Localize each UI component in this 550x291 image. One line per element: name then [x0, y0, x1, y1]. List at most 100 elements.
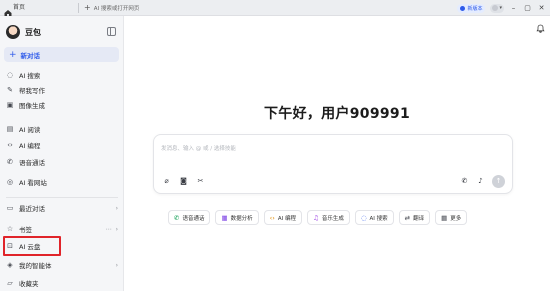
chip-label: 音乐生成 [321, 215, 344, 222]
app-name: 豆包 [25, 27, 41, 37]
version-dot-icon [460, 5, 466, 11]
sidebar-item-favorites[interactable]: ▱ 收藏夹 [6, 277, 118, 289]
globe-icon: ◎ [6, 178, 14, 186]
sidebar-item-label: 图像生成 [19, 102, 45, 110]
new-version-label: 新版本 [467, 5, 483, 12]
sidebar-item-label: 语音通话 [19, 159, 45, 167]
star-icon: ☆ [6, 225, 14, 233]
chat-input-box[interactable]: 发消息、输入 @ 或 / 选择技能 ⌀ ◙ ✂ ✆ ♪ ↑ [153, 134, 513, 194]
sidebar-item-label: AI 编程 [19, 142, 41, 150]
search-icon: ◌ [360, 213, 367, 222]
chip-label: AI 编程 [277, 215, 296, 222]
chip-label: 翻译 [413, 215, 425, 222]
chip-more[interactable]: ▦ 更多 [435, 210, 468, 225]
title-bar: 首页 + AI 搜索或打开网页 新版本 ▾ – ▢ ✕ [0, 0, 550, 17]
sidebar-item-label: 书签 [19, 226, 32, 234]
main-panel: 下午好，用户909991 发消息、输入 @ 或 / 选择技能 ⌀ ◙ ✂ ✆ ♪… [124, 16, 550, 291]
minimize-icon[interactable]: – [509, 3, 518, 13]
chat-input-placeholder[interactable]: 发消息、输入 @ 或 / 选择技能 [161, 144, 236, 152]
sidebar-header: 豆包 [6, 24, 118, 40]
new-chat-button[interactable]: + 新对话 [4, 47, 119, 62]
skill-chips: ✆ 语音通话 ▦ 数据分析 ‹› AI 编程 ♫ 音乐生成 ◌ AI 搜索 ⇄ … [168, 210, 468, 225]
highlight-box [3, 236, 61, 256]
attachment-icon[interactable]: ⌀ [162, 177, 171, 186]
ai-search-icon: ◌ [6, 71, 14, 79]
chip-voice-call[interactable]: ✆ 语音通话 [168, 210, 211, 225]
chevron-right-icon: › [115, 204, 118, 212]
new-tab-button[interactable]: + AI 搜索或打开网页 [84, 2, 139, 14]
chevron-down-icon: ▾ [499, 5, 502, 11]
chip-label: 更多 [450, 215, 462, 222]
phone-icon[interactable]: ✆ [460, 177, 469, 186]
camera-icon[interactable]: ◙ [179, 177, 188, 186]
chevron-right-icon: › [115, 261, 118, 269]
sidebar-item-writing[interactable]: ✎ 帮我写作 [6, 84, 118, 96]
plus-icon: + [9, 49, 17, 60]
phone-icon: ✆ [7, 158, 13, 166]
sidebar-item-web[interactable]: ◎ AI 看网站 [6, 176, 118, 188]
share-icon[interactable] [536, 24, 545, 33]
book-icon: ▤ [6, 125, 14, 133]
pen-icon: ✎ [7, 86, 13, 94]
agent-icon: ◈ [7, 261, 13, 269]
sidebar-item-label: AI 看网站 [19, 179, 47, 187]
sidebar-collapse-icon[interactable] [107, 27, 116, 36]
account-menu[interactable]: ▾ [490, 3, 504, 13]
more-icon[interactable]: ⋯ [106, 226, 112, 233]
chevron-right-icon[interactable]: › [116, 226, 118, 233]
code-icon: ‹› [7, 141, 13, 149]
chip-translate[interactable]: ⇄ 翻译 [398, 210, 431, 225]
chart-icon: ▦ [221, 213, 228, 222]
sidebar: 豆包 + 新对话 ◌ AI 搜索 ✎ 帮我写作 ▣ 图像生成 ▤ AI 阅读 ‹… [0, 16, 124, 291]
phone-icon: ✆ [174, 213, 180, 222]
chip-label: 语音通话 [182, 215, 205, 222]
sidebar-item-voice-call[interactable]: ✆ 语音通话 [6, 156, 118, 168]
close-icon[interactable]: ✕ [537, 3, 546, 13]
sidebar-item-label: 我的智能体 [19, 262, 52, 270]
microphone-icon[interactable]: ♪ [476, 177, 485, 186]
sidebar-item-coding[interactable]: ‹› AI 编程 [6, 139, 118, 151]
sidebar-item-label: 收藏夹 [19, 280, 39, 288]
titlebar-controls: 新版本 ▾ – ▢ ✕ [457, 2, 546, 14]
sidebar-item-reading[interactable]: ▤ AI 阅读 [6, 123, 118, 135]
chip-data-analysis[interactable]: ▦ 数据分析 [215, 210, 259, 225]
sidebar-item-my-agents[interactable]: ◈ 我的智能体 › [6, 259, 118, 271]
app-logo [6, 25, 20, 39]
home-icon[interactable] [3, 3, 13, 17]
new-tab-label: AI 搜索或打开网页 [93, 6, 140, 12]
avatar [492, 5, 499, 11]
sidebar-item-bookmarks[interactable]: ☆ 书签 ⋯ › [6, 223, 118, 235]
greeting-title: 下午好，用户909991 [263, 106, 411, 122]
new-version-badge[interactable]: 新版本 [457, 3, 486, 13]
chat-icon: ▭ [6, 204, 14, 212]
translate-icon: ⇄ [404, 213, 411, 222]
chip-ai-coding[interactable]: ‹› AI 编程 [263, 210, 302, 225]
input-actions: ✆ ♪ ↑ [460, 175, 505, 188]
bookmark-actions: ⋯ › [106, 226, 118, 233]
tab-separator [78, 3, 79, 13]
code-icon: ‹› [269, 213, 275, 222]
chip-music-generation[interactable]: ♫ 音乐生成 [306, 210, 350, 225]
maximize-icon[interactable]: ▢ [523, 3, 532, 13]
music-icon: ♫ [312, 213, 319, 222]
plus-icon: + [84, 3, 91, 12]
image-icon: ▣ [6, 101, 14, 109]
chip-label: AI 搜索 [369, 215, 388, 222]
sidebar-item-label: AI 阅读 [19, 126, 41, 134]
folder-icon: ▱ [7, 279, 13, 287]
home-tab-label[interactable]: 首页 [13, 3, 25, 13]
sidebar-item-recent-chats[interactable]: ▭ 最近对话 › [6, 202, 118, 214]
send-button[interactable]: ↑ [492, 175, 505, 188]
chip-label: 数据分析 [230, 215, 253, 222]
sidebar-item-label: AI 搜索 [19, 72, 41, 80]
sidebar-item-ai-search[interactable]: ◌ AI 搜索 [6, 69, 118, 81]
new-chat-label: 新对话 [20, 51, 41, 60]
sidebar-item-label: 最近对话 [19, 205, 45, 213]
scissors-icon[interactable]: ✂ [196, 177, 205, 186]
sidebar-item-label: 帮我写作 [19, 87, 45, 95]
grid-icon: ▦ [441, 213, 448, 222]
input-tools: ⌀ ◙ ✂ [162, 177, 205, 186]
sidebar-divider [6, 197, 118, 198]
sidebar-item-image[interactable]: ▣ 图像生成 [6, 99, 118, 111]
chip-ai-search[interactable]: ◌ AI 搜索 [354, 210, 394, 225]
